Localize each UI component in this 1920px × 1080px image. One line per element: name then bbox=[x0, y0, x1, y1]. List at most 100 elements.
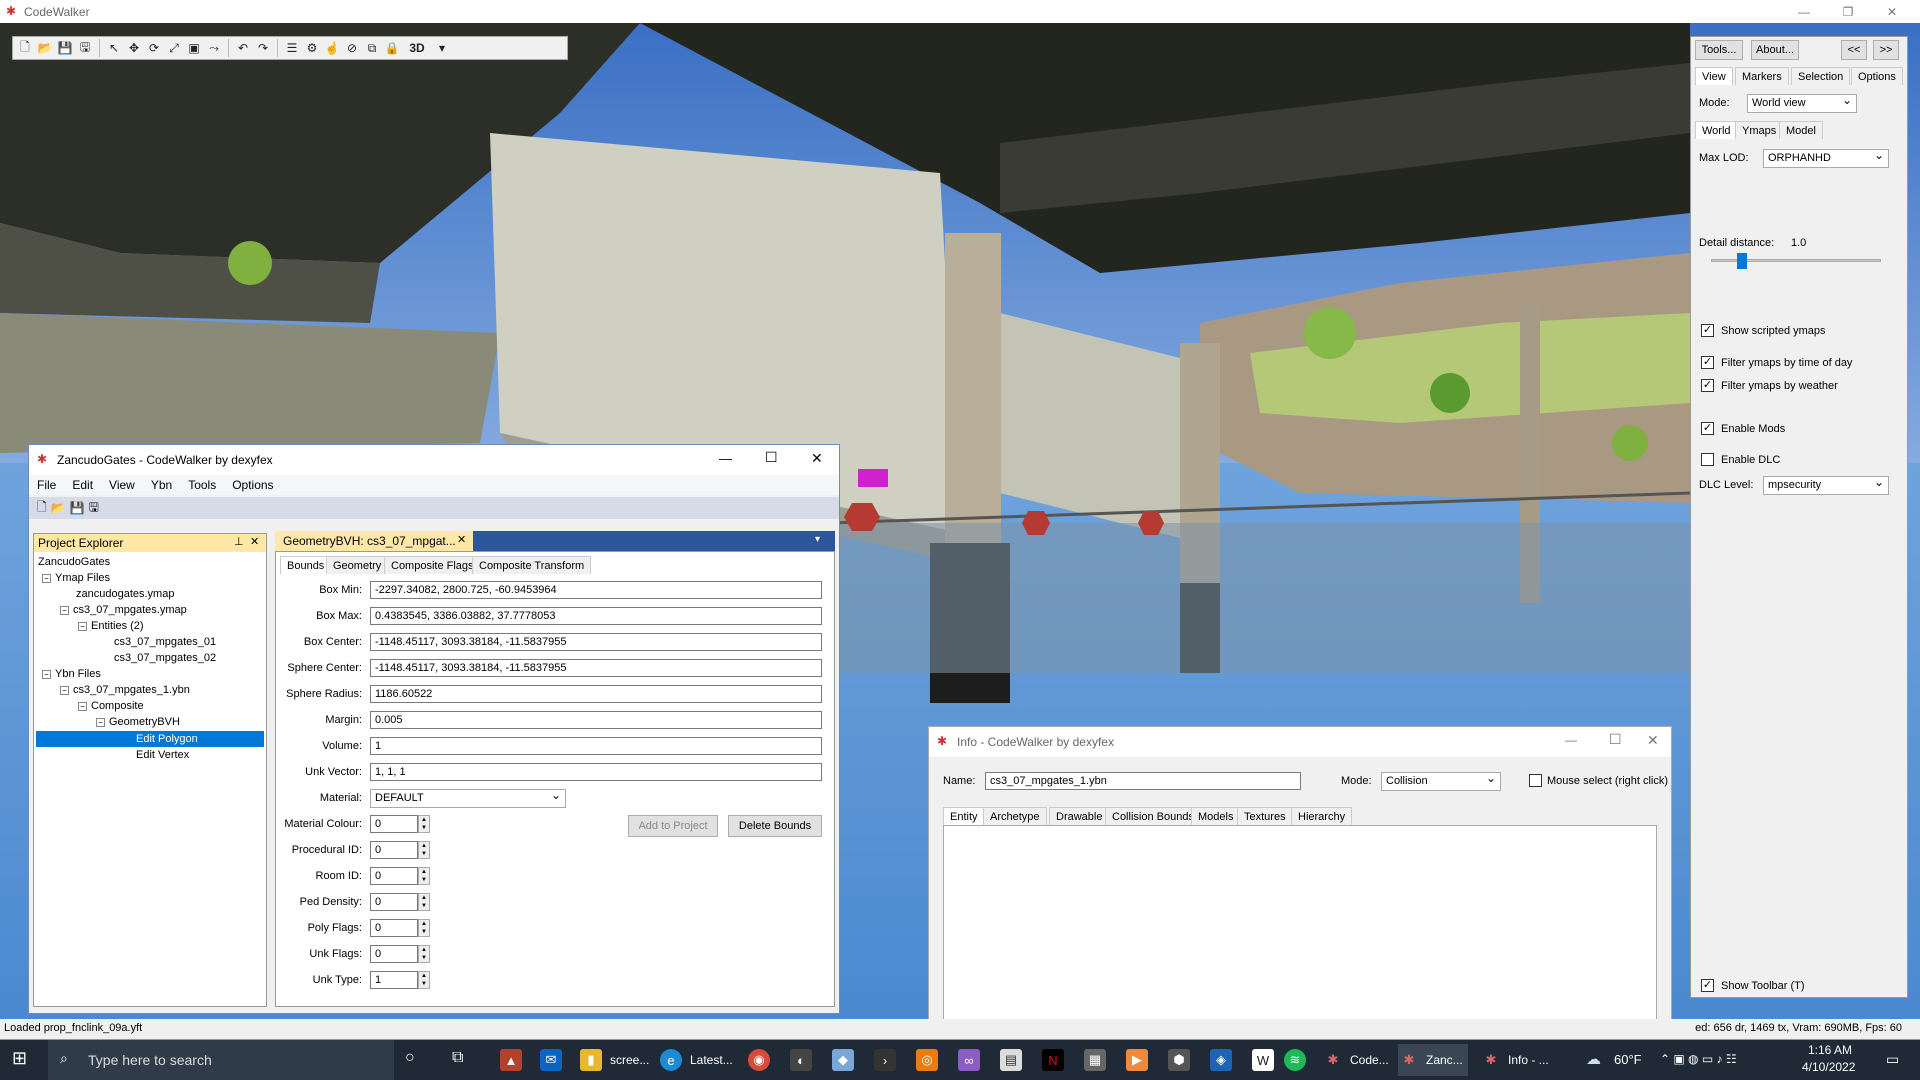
tree-item[interactable]: zancudogates.ymap bbox=[76, 588, 174, 600]
sphere-center-input[interactable]: -1148.45117, 3093.38184, -11.5837955 bbox=[370, 659, 822, 677]
close-icon[interactable]: ✕ bbox=[1872, 0, 1912, 23]
mode-select[interactable]: World view bbox=[1747, 93, 1857, 113]
close-icon[interactable]: ✕ bbox=[250, 535, 259, 548]
menu-view[interactable]: View bbox=[109, 478, 135, 492]
expand-button[interactable]: >> bbox=[1873, 40, 1899, 60]
collapse-icon[interactable]: − bbox=[60, 606, 69, 615]
subtab-world[interactable]: World bbox=[1695, 121, 1738, 139]
spinner-arrows-icon[interactable]: ▲ ▼ bbox=[418, 919, 430, 937]
clock-time[interactable]: 1:16 AM bbox=[1808, 1043, 1852, 1057]
move-icon[interactable]: ✥ bbox=[125, 39, 143, 57]
tree-item[interactable]: − Ybn Files bbox=[42, 668, 101, 680]
tray-icons[interactable]: ⌃ ▣ ◍ ▭ ♪ ☷ bbox=[1660, 1052, 1737, 1066]
unk-vector-input[interactable]: 1, 1, 1 bbox=[370, 763, 822, 781]
taskbar-app[interactable]: ◆ bbox=[832, 1044, 854, 1076]
tree-item[interactable]: − GeometryBVH bbox=[96, 716, 180, 728]
pin-icon[interactable]: ⊥ bbox=[234, 535, 244, 548]
subtab-ymaps[interactable]: Ymaps bbox=[1735, 121, 1784, 139]
cortana-icon[interactable]: ○ bbox=[405, 1049, 415, 1067]
notifications-icon[interactable]: ▭ bbox=[1886, 1051, 1899, 1068]
taskbar-app[interactable]: ⬢ bbox=[1168, 1044, 1190, 1076]
collapse-button[interactable]: << bbox=[1841, 40, 1867, 60]
name-input[interactable]: cs3_07_mpgates_1.ybn bbox=[985, 772, 1301, 790]
delete-bounds-button[interactable]: Delete Bounds bbox=[728, 815, 822, 837]
redo-icon[interactable]: ↷ bbox=[254, 39, 272, 57]
taskbar-app[interactable]: N bbox=[1042, 1044, 1064, 1076]
taskbar-app[interactable]: › bbox=[874, 1044, 896, 1076]
spinner-arrows-icon[interactable]: ▲ ▼ bbox=[418, 945, 430, 963]
collapse-icon[interactable]: − bbox=[42, 574, 51, 583]
checkbox-enable-mods[interactable]: ✓ bbox=[1701, 422, 1714, 435]
add-to-project-button[interactable]: Add to Project bbox=[628, 815, 718, 837]
taskbar-app[interactable]: ◐ bbox=[790, 1044, 812, 1076]
collision-icon[interactable]: ⊘ bbox=[343, 39, 361, 57]
subtab-model[interactable]: Model bbox=[1779, 121, 1823, 139]
info-window-icon[interactable]: ☰ bbox=[283, 39, 301, 57]
snap-icon[interactable]: ▣ bbox=[185, 39, 203, 57]
document-tab[interactable]: GeometryBVH: cs3_07_mpgat... ✕ bbox=[275, 531, 473, 551]
checkbox-enable-dlc[interactable] bbox=[1701, 453, 1714, 466]
dlc-level-select[interactable]: mpsecurity bbox=[1763, 475, 1889, 495]
undo-icon[interactable]: ↶ bbox=[234, 39, 252, 57]
tab-bounds[interactable]: Bounds bbox=[280, 556, 332, 574]
pointer-icon[interactable]: ↖ bbox=[105, 39, 123, 57]
tab-archetype[interactable]: Archetype bbox=[983, 807, 1047, 825]
menu-edit[interactable]: Edit bbox=[72, 478, 93, 492]
poly-flags-input[interactable]: 0 bbox=[370, 919, 418, 937]
restore-icon[interactable]: ❐ bbox=[1828, 0, 1868, 23]
select-icon[interactable]: ☝ bbox=[323, 39, 341, 57]
tab-entity[interactable]: Entity bbox=[943, 807, 985, 825]
task-view-icon[interactable]: ⧉ bbox=[452, 1049, 463, 1067]
taskbar-app-codewalker[interactable]: ✱ Code... bbox=[1322, 1044, 1392, 1076]
save-all-icon[interactable]: 🖫 bbox=[76, 39, 94, 57]
chevron-down-icon[interactable]: ▾ bbox=[433, 39, 451, 57]
checkbox-scripted-ymaps[interactable]: ✓ bbox=[1701, 324, 1714, 337]
open-icon[interactable]: 📂 bbox=[36, 39, 54, 57]
checkbox-show-toolbar[interactable]: ✓ bbox=[1701, 979, 1714, 992]
taskbar-search[interactable]: ⌕ Type here to search bbox=[48, 1040, 394, 1080]
checkbox-mouse-select[interactable] bbox=[1529, 774, 1542, 787]
tab-composite-transform[interactable]: Composite Transform bbox=[472, 556, 592, 574]
tree-item[interactable]: − Ymap Files bbox=[42, 572, 110, 584]
minimize-icon[interactable]: — bbox=[719, 451, 732, 466]
taskbar-app[interactable]: ▦ bbox=[1084, 1044, 1106, 1076]
taskbar-app-screenshots[interactable]: ▮ scree... bbox=[580, 1044, 649, 1076]
tree-item[interactable]: ZancudoGates bbox=[38, 556, 110, 568]
weather-temp[interactable]: 60°F bbox=[1614, 1052, 1642, 1067]
maximize-icon[interactable]: ☐ bbox=[765, 449, 778, 466]
windows-start-icon[interactable]: ⊞ bbox=[12, 1048, 27, 1069]
tab-markers[interactable]: Markers bbox=[1735, 67, 1789, 85]
info-mode-select[interactable]: Collision bbox=[1381, 771, 1501, 791]
tree-item[interactable]: − Entities (2) bbox=[78, 620, 144, 632]
minimize-icon[interactable]: — bbox=[1565, 733, 1577, 747]
taskbar-app[interactable]: ▶ bbox=[1126, 1044, 1148, 1076]
taskbar-app[interactable]: ▤ bbox=[1000, 1044, 1022, 1076]
tab-textures[interactable]: Textures bbox=[1237, 807, 1293, 825]
taskbar-app[interactable]: ▲ bbox=[500, 1044, 522, 1076]
project-window-icon[interactable]: ⚙ bbox=[303, 39, 321, 57]
spinner-arrows-icon[interactable]: ▲ ▼ bbox=[418, 841, 430, 859]
about-button[interactable]: About... bbox=[1751, 40, 1799, 60]
new-icon[interactable]: 🗋 bbox=[37, 498, 47, 519]
tab-drawable[interactable]: Drawable bbox=[1049, 807, 1110, 825]
material-colour-input[interactable]: 0 bbox=[370, 815, 418, 833]
collapse-icon[interactable]: − bbox=[78, 702, 87, 711]
save-icon[interactable]: 💾 bbox=[70, 501, 85, 515]
tab-hierarchy[interactable]: Hierarchy bbox=[1291, 807, 1353, 825]
taskbar-app[interactable]: ∞ bbox=[958, 1044, 980, 1076]
checkbox-time-of-day[interactable]: ✓ bbox=[1701, 356, 1714, 369]
material-select[interactable]: DEFAULT bbox=[370, 788, 566, 808]
taskbar-app[interactable]: ◈ bbox=[1210, 1044, 1232, 1076]
tab-selection[interactable]: Selection bbox=[1791, 67, 1851, 85]
margin-input[interactable]: 0.005 bbox=[370, 711, 822, 729]
collapse-icon[interactable]: − bbox=[78, 622, 87, 631]
volume-input[interactable]: 1 bbox=[370, 737, 822, 755]
save-icon[interactable]: 💾 bbox=[56, 39, 74, 57]
open-icon[interactable]: 📂 bbox=[51, 501, 66, 515]
tab-composite-flags[interactable]: Composite Flags bbox=[384, 556, 481, 574]
tab-models[interactable]: Models bbox=[1191, 807, 1241, 825]
procedural-id-input[interactable]: 0 bbox=[370, 841, 418, 859]
tree-item[interactable]: Edit Polygon bbox=[136, 733, 198, 745]
taskbar-app[interactable]: ✉ bbox=[540, 1044, 562, 1076]
tab-collision-bounds[interactable]: Collision Bounds bbox=[1105, 807, 1201, 825]
